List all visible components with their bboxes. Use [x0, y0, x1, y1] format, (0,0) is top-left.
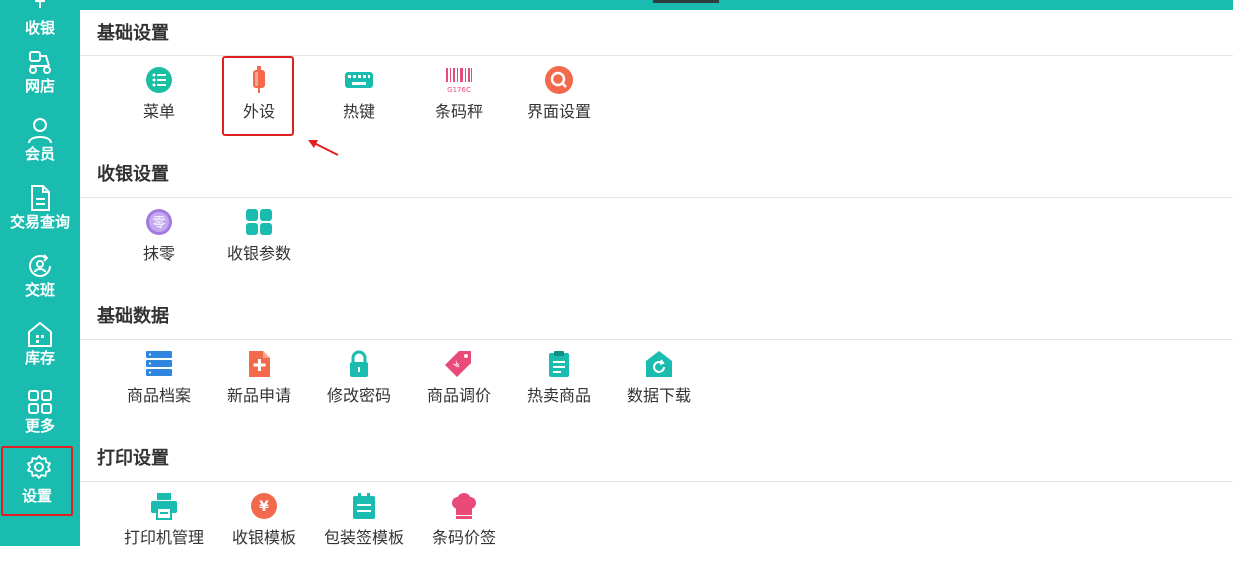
- document-icon: [31, 185, 50, 211]
- barcode-caption: G176C: [447, 86, 471, 94]
- tile-label: 界面设置: [526, 102, 591, 121]
- tile-price-adjust[interactable]: ¥ 商品调价: [409, 350, 509, 420]
- tile-printer-management[interactable]: 打印机管理: [114, 492, 214, 562]
- sidebar-item-transactions[interactable]: 交易查询: [0, 176, 80, 244]
- price-tag-icon: ¥: [445, 351, 471, 377]
- grid-icon: [28, 390, 52, 414]
- tile-cashier-params[interactable]: 收银参数: [209, 208, 309, 278]
- clipboard-icon: [549, 351, 569, 377]
- tile-package-label-template[interactable]: 包装签模板: [314, 492, 414, 562]
- section-title-cashier-settings: 收银设置: [97, 164, 169, 185]
- server-stack-icon: [146, 351, 172, 376]
- section-divider: [80, 197, 1233, 198]
- sidebar-item-label: 更多: [24, 417, 55, 435]
- scooter-icon: [29, 51, 51, 74]
- svg-text:¥: ¥: [259, 499, 269, 515]
- tile-barcode-scale[interactable]: G176C 条码秤: [409, 66, 509, 136]
- top-bar-tab-indicator: [653, 0, 719, 3]
- tile-receipt-template[interactable]: ¥ 收银模板: [214, 492, 314, 562]
- section-title-basic-settings: 基础设置: [97, 23, 169, 44]
- sidebar-item-label: 设置: [21, 487, 52, 505]
- tile-data-download[interactable]: 数据下载: [609, 350, 709, 420]
- tile-product-archive[interactable]: 商品档案: [109, 350, 209, 420]
- tile-label: 条码价签: [431, 528, 496, 547]
- sidebar-item-label: 交班: [24, 281, 55, 299]
- sidebar-item-inventory[interactable]: 库存: [0, 312, 80, 380]
- new-file-icon: [249, 351, 270, 377]
- yen-coin-icon: ¥: [251, 493, 277, 519]
- tile-interface-settings[interactable]: 界面设置: [509, 66, 609, 136]
- tile-label: 数据下载: [626, 386, 691, 405]
- barcode-icon: G176C: [446, 68, 472, 94]
- sidebar-item-label: 库存: [24, 349, 55, 367]
- settings-panel: 基础设置 菜单 外设 热键 G176C 条码秤 界面设置 收银设置 零 抹零 收…: [80, 10, 1233, 547]
- tile-change-password[interactable]: 修改密码: [309, 350, 409, 420]
- tile-hot-products[interactable]: 热卖商品: [509, 350, 609, 420]
- sidebar-item-label: 网店: [24, 77, 55, 95]
- sidebar-item-settings[interactable]: 设置: [1, 446, 73, 516]
- section-divider: [80, 481, 1233, 482]
- shift-handover-icon: [29, 254, 51, 277]
- arrow-pointer-icon: [308, 140, 339, 156]
- section-divider: [80, 339, 1233, 340]
- lock-icon: [350, 350, 368, 377]
- sidebar-item-label: 收银: [24, 19, 55, 37]
- sidebar-item-label: 会员: [24, 145, 55, 163]
- rounding-glyph: 零: [152, 216, 165, 231]
- search-circle-icon: [545, 66, 573, 94]
- tile-new-product-request[interactable]: 新品申请: [209, 350, 309, 420]
- printer-icon: [151, 493, 177, 520]
- warehouse-icon: [28, 321, 52, 347]
- section-title-basic-data: 基础数据: [97, 306, 169, 327]
- menu-list-icon: [146, 67, 172, 93]
- sidebar-item-shift[interactable]: 交班: [0, 244, 80, 312]
- top-bar: [0, 0, 1233, 10]
- calendar-icon: [353, 493, 375, 519]
- tile-barcode-price-tag[interactable]: 条码价签: [414, 492, 514, 562]
- sidebar: 收银 网店 会员 交易查询 交班 库存 更多 设置: [0, 0, 80, 546]
- home-refresh-icon: [646, 351, 672, 377]
- tile-label: 收银参数: [226, 244, 291, 263]
- tile-menu[interactable]: 菜单: [109, 66, 209, 136]
- gear-icon: [27, 455, 51, 479]
- sidebar-item-online-store[interactable]: 网店: [0, 40, 80, 108]
- cashier-icon: [35, 0, 45, 8]
- sidebar-item-label: 交易查询: [9, 213, 70, 231]
- sidebar-item-more[interactable]: 更多: [0, 380, 80, 448]
- tile-hotkeys[interactable]: 热键: [309, 66, 409, 136]
- four-squares-icon: [246, 209, 272, 235]
- user-icon: [28, 118, 52, 144]
- section-title-print-settings: 打印设置: [97, 448, 169, 469]
- keyboard-icon: [345, 72, 373, 88]
- zero-round-icon: 零: [146, 209, 172, 235]
- sidebar-item-member[interactable]: 会员: [0, 108, 80, 176]
- chef-hat-icon: [452, 493, 476, 519]
- tile-rounding[interactable]: 零 抹零: [109, 208, 209, 278]
- peripherals-highlight-box: [222, 56, 294, 136]
